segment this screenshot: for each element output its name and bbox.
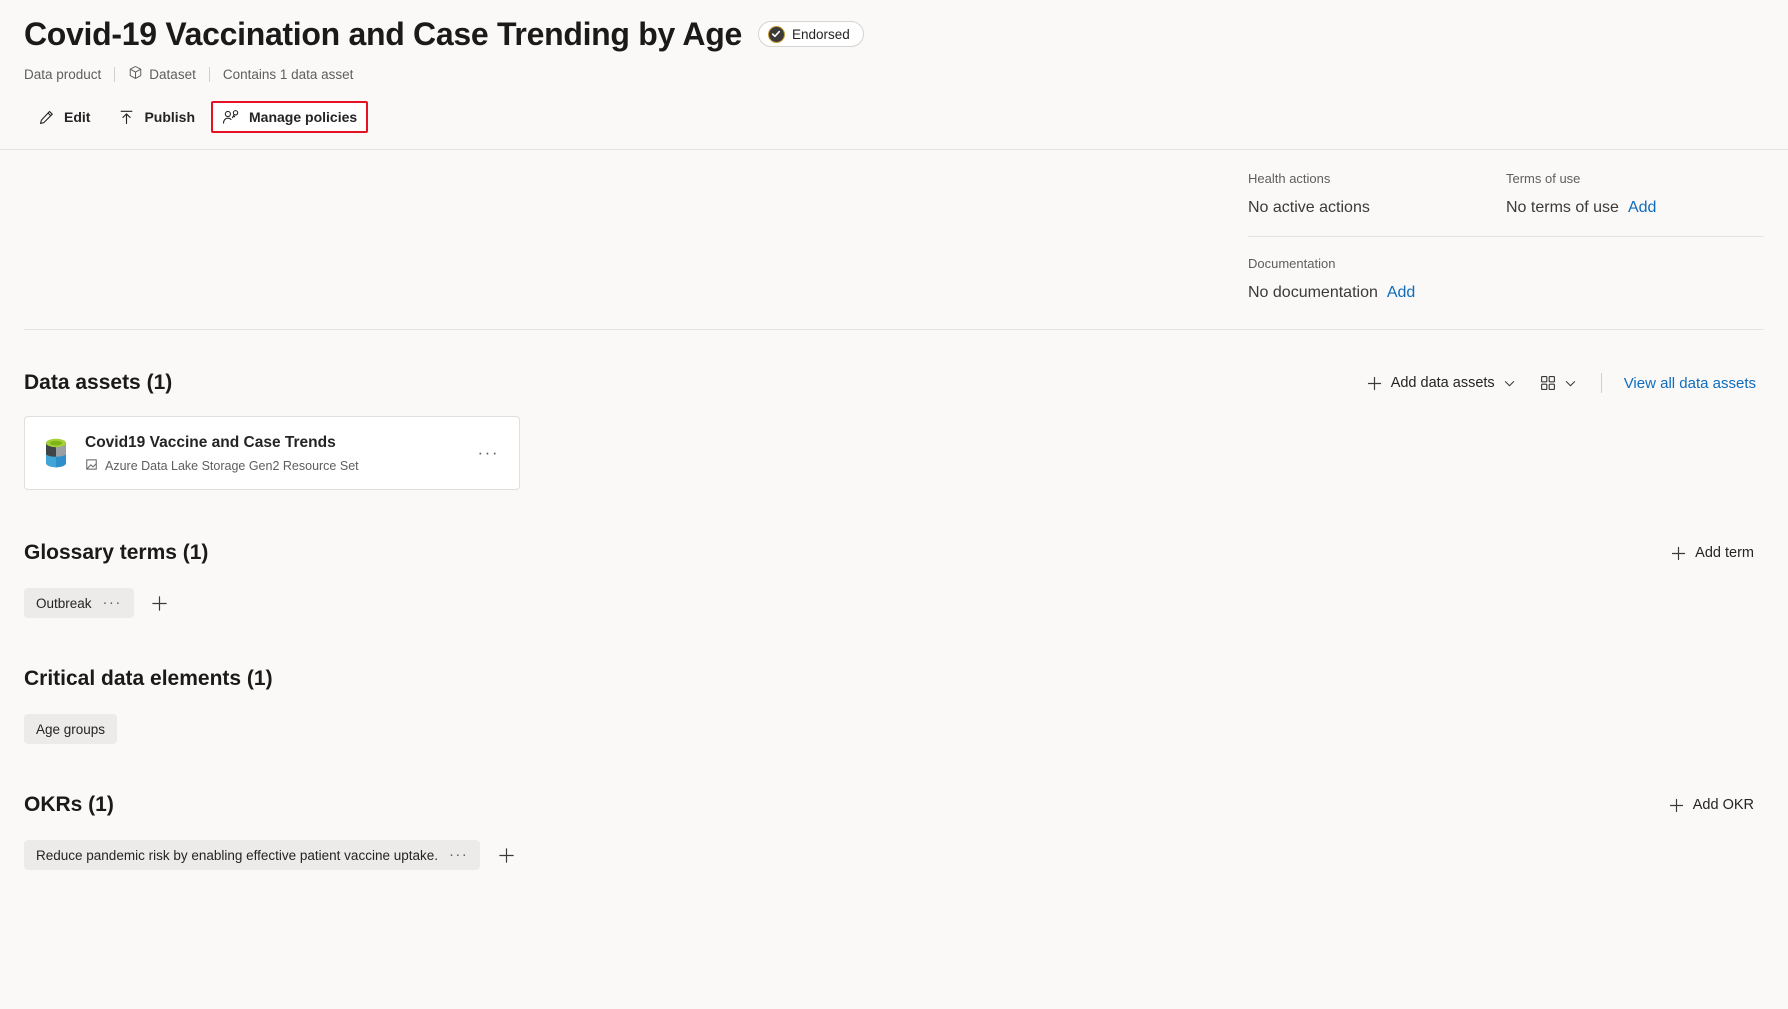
terms-of-use-value-row: No terms of use Add — [1506, 197, 1764, 219]
glossary-terms-section: Glossary terms (1) Add term Outbreak ··· — [0, 536, 1788, 618]
add-term-button[interactable]: Add term — [1660, 537, 1764, 569]
page-title: Covid-19 Vaccination and Case Trending b… — [24, 16, 742, 52]
breadcrumb-kind: Dataset — [128, 65, 196, 83]
data-product-page: Covid-19 Vaccination and Case Trending b… — [0, 0, 1788, 1009]
okrs-chip-row: Reduce pandemic risk by enabling effecti… — [24, 840, 1764, 870]
critical-data-elements-header: Critical data elements (1) — [24, 662, 1764, 696]
plus-icon-add-okr — [1668, 797, 1685, 814]
breadcrumb-contains: Contains 1 data asset — [222, 66, 354, 82]
view-layout-button[interactable] — [1530, 367, 1587, 399]
data-asset-card[interactable]: Covid19 Vaccine and Case Trends Azure Da… — [24, 416, 520, 490]
documentation-block: Documentation No documentation Add — [1248, 237, 1764, 304]
critical-data-elements-section: Critical data elements (1) Age groups — [0, 662, 1788, 744]
add-glossary-term-inline-button[interactable] — [146, 589, 174, 617]
info-section-divider — [24, 329, 1764, 330]
data-asset-type-row: Azure Data Lake Storage Gen2 Resource Se… — [85, 458, 472, 474]
publish-arrow-icon — [118, 109, 135, 126]
manage-policies-button[interactable]: Manage policies — [211, 101, 369, 133]
add-okr-button[interactable]: Add OKR — [1658, 789, 1764, 821]
breadcrumb-type: Data product — [24, 66, 102, 82]
edit-button[interactable]: Edit — [26, 101, 102, 133]
chevron-down-icon — [1503, 377, 1516, 390]
view-all-data-assets-link[interactable]: View all data assets — [1616, 367, 1764, 399]
check-circle-icon — [767, 25, 785, 43]
add-data-assets-button[interactable]: Add data assets — [1356, 367, 1526, 399]
person-key-icon — [222, 109, 240, 126]
azure-data-lake-icon — [41, 436, 71, 470]
data-asset-name: Covid19 Vaccine and Case Trends — [85, 434, 336, 451]
critical-data-elements-chip-row: Age groups — [24, 714, 1764, 744]
add-okr-inline-button[interactable] — [492, 841, 520, 869]
terms-of-use-label: Terms of use — [1506, 171, 1581, 186]
info-area: Health actions No active actions Terms o… — [0, 150, 1788, 304]
terms-of-use-value: No terms of use — [1506, 199, 1619, 216]
status-badge-endorsed: Endorsed — [757, 21, 864, 47]
health-actions-label: Health actions — [1248, 171, 1331, 186]
glossary-term-label: Outbreak — [36, 595, 92, 611]
publish-button-label: Publish — [144, 109, 196, 125]
critical-data-elements-title: Critical data elements (1) — [24, 667, 273, 690]
okrs-section: OKRs (1) Add OKR Reduce pandemic risk by… — [0, 788, 1788, 870]
documentation-label: Documentation — [1248, 256, 1336, 271]
okr-more-button[interactable]: ··· — [449, 847, 468, 862]
okr-label: Reduce pandemic risk by enabling effecti… — [36, 847, 438, 863]
critical-data-element-label: Age groups — [36, 721, 106, 737]
pencil-icon — [38, 109, 55, 126]
add-term-label: Add term — [1695, 545, 1754, 561]
plus-icon — [1366, 375, 1383, 392]
data-assets-title: Data assets (1) — [24, 371, 173, 394]
glossary-terms-chip-row: Outbreak ··· — [24, 588, 1764, 618]
critical-data-element-chip[interactable]: Age groups — [24, 714, 118, 744]
terms-of-use-block: Terms of use No terms of use Add — [1506, 170, 1764, 219]
page-header: Covid-19 Vaccination and Case Trending b… — [0, 0, 1788, 135]
glossary-term-more-button[interactable]: ··· — [103, 595, 122, 610]
add-okr-label: Add OKR — [1692, 797, 1754, 813]
data-asset-text: Covid19 Vaccine and Case Trends Azure Da… — [85, 432, 472, 474]
terms-of-use-add-link[interactable]: Add — [1628, 197, 1656, 219]
documentation-add-link[interactable]: Add — [1387, 282, 1415, 304]
plus-icon-add-term — [1670, 545, 1687, 562]
command-bar: Edit Publish Manage policies — [24, 99, 1764, 135]
documentation-value-row: No documentation Add — [1248, 282, 1764, 304]
documentation-value: No documentation — [1248, 284, 1378, 301]
edit-button-label: Edit — [64, 109, 91, 125]
health-actions-block: Health actions No active actions — [1248, 170, 1506, 219]
publish-button[interactable]: Publish — [106, 101, 207, 133]
okrs-actions: Add OKR — [1658, 789, 1764, 821]
breadcrumb-divider — [114, 66, 116, 82]
okrs-title: OKRs (1) — [24, 793, 114, 816]
glossary-terms-header: Glossary terms (1) Add term — [24, 536, 1764, 570]
title-row: Covid-19 Vaccination and Case Trending b… — [24, 14, 1764, 54]
breadcrumb-kind-label: Dataset — [149, 66, 196, 82]
data-asset-more-button[interactable]: ··· — [472, 444, 505, 462]
data-assets-actions: Add data assets View all data assets — [1356, 367, 1764, 399]
manage-policies-button-label: Manage policies — [249, 109, 358, 125]
breadcrumb: Data product Dataset Contains 1 data ass… — [24, 65, 1764, 83]
data-assets-header: Data assets (1) Add data assets View all… — [24, 366, 1764, 400]
info-row-1: Health actions No active actions Terms o… — [1248, 170, 1764, 219]
status-badge-label: Endorsed — [791, 26, 850, 42]
grid-view-icon — [1540, 375, 1556, 391]
glossary-term-chip[interactable]: Outbreak ··· — [24, 588, 134, 618]
data-assets-section: Data assets (1) Add data assets View all… — [0, 366, 1788, 490]
okr-chip[interactable]: Reduce pandemic risk by enabling effecti… — [24, 840, 481, 870]
breadcrumb-divider-2 — [208, 66, 210, 82]
glossary-terms-actions: Add term — [1660, 537, 1764, 569]
data-asset-type-label: Azure Data Lake Storage Gen2 Resource Se… — [105, 459, 359, 473]
okrs-header: OKRs (1) Add OKR — [24, 788, 1764, 822]
info-panel: Health actions No active actions Terms o… — [1248, 150, 1764, 304]
add-data-assets-label: Add data assets — [1390, 375, 1495, 391]
actions-divider — [1600, 373, 1602, 393]
resource-set-icon — [85, 458, 98, 474]
glossary-terms-title: Glossary terms (1) — [24, 541, 209, 564]
chevron-down-icon-2 — [1564, 377, 1577, 390]
health-actions-value-row: No active actions — [1248, 197, 1506, 219]
health-actions-value: No active actions — [1248, 199, 1370, 216]
cube-icon — [128, 65, 143, 83]
